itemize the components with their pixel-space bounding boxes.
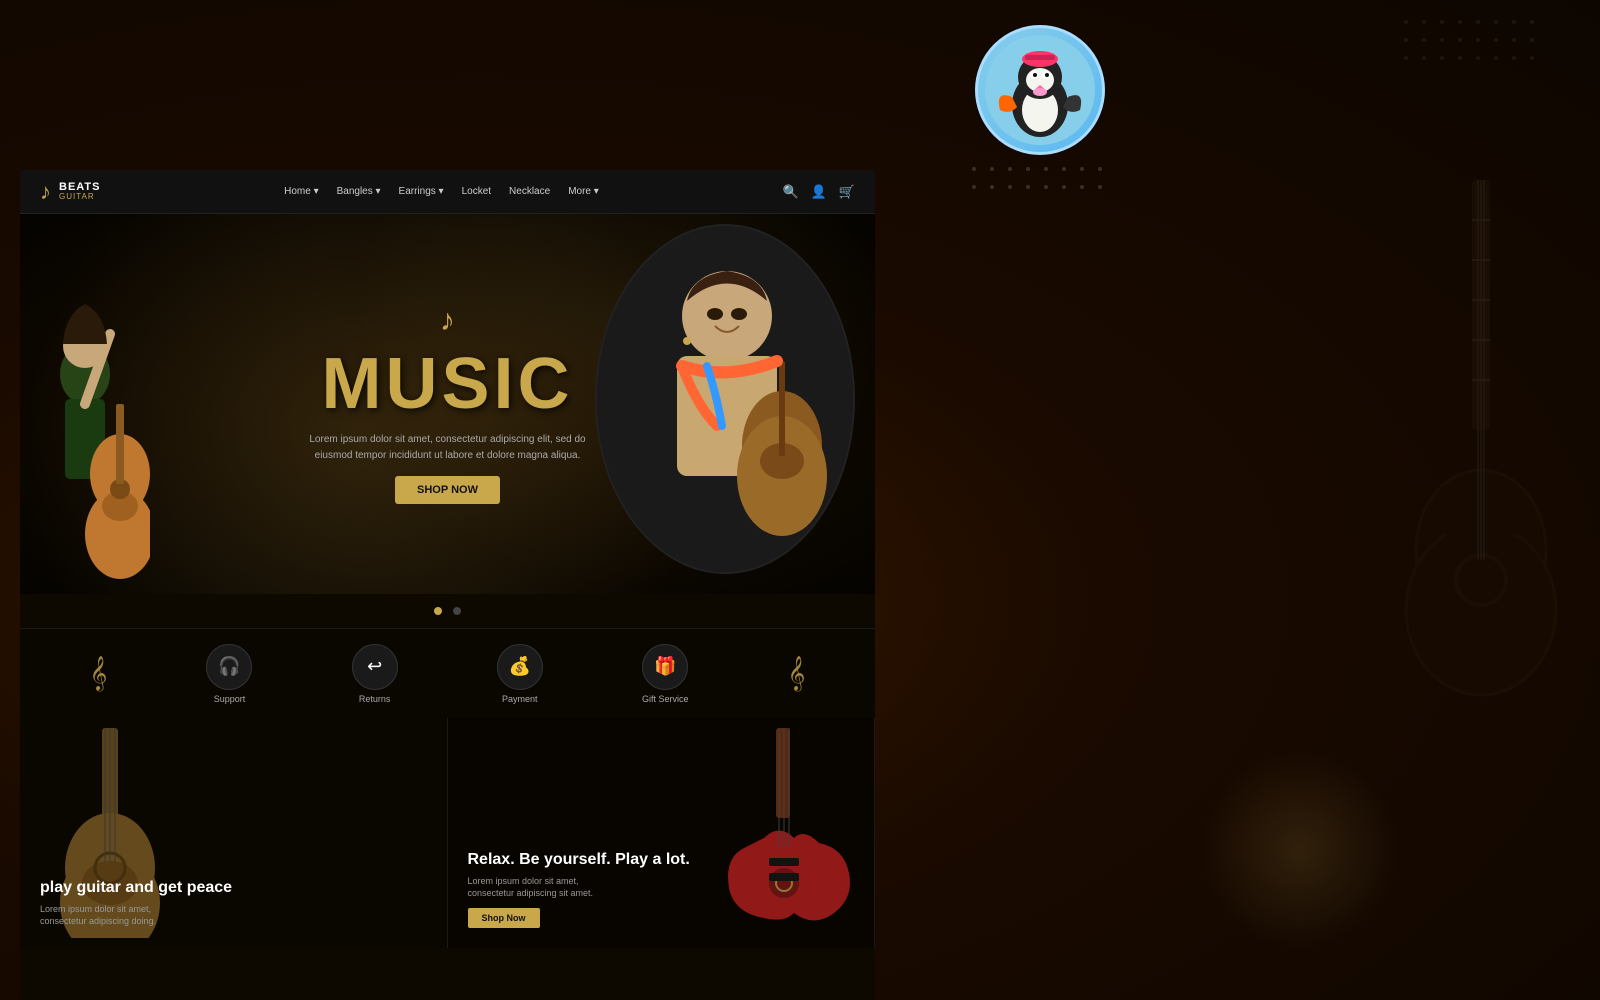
support-label: Support — [214, 694, 246, 704]
music-note-left: 𝄞 — [90, 657, 108, 691]
music-note-right: 𝄞 — [788, 657, 806, 691]
card-2-content: Relax. Be yourself. Play a lot. Lorem ip… — [468, 850, 690, 928]
payment-label: Payment — [502, 694, 538, 704]
right-dots — [1404, 20, 1540, 156]
store-brand: ♪ BEATS GUITAR — [40, 179, 100, 205]
card-1-content: play guitar and get peace Lorem ipsum do… — [40, 878, 232, 928]
card-2-desc: Lorem ipsum dolor sit amet, consectetur … — [468, 875, 618, 900]
hero-banner: ♪ MUSIC Lorem ipsum dolor sit amet, cons… — [20, 214, 875, 594]
dots-grid-top — [972, 0, 1108, 13]
gift-icon: 🎁 — [642, 644, 688, 690]
bird-icon — [985, 35, 1095, 145]
feature-returns: ↩ Returns — [352, 644, 398, 704]
guitar-card-2: Relax. Be yourself. Play a lot. Lorem ip… — [448, 718, 876, 948]
payment-icon: 💰 — [497, 644, 543, 690]
card-2-title: Relax. Be yourself. Play a lot. — [468, 850, 690, 869]
guitar-cards: play guitar and get peace Lorem ipsum do… — [20, 718, 875, 948]
search-icon[interactable]: 🔍 — [782, 184, 798, 200]
nav-icons: 🔍 👤 🛒 — [782, 184, 855, 200]
dots-grid-bottom — [972, 167, 1108, 303]
dot-active[interactable] — [434, 607, 442, 615]
gift-label: Gift Service — [642, 694, 689, 704]
bokeh-decoration — [1200, 750, 1400, 950]
shop-now-button[interactable]: Shop Now — [395, 476, 500, 504]
store-sub: GUITAR — [59, 193, 100, 202]
hero-right-figure — [545, 214, 875, 594]
nav-more[interactable]: More ▾ — [568, 186, 599, 197]
slider-dots — [20, 594, 875, 628]
nav-necklace[interactable]: Necklace — [509, 186, 550, 197]
feature-gift: 🎁 Gift Service — [642, 644, 689, 704]
feature-payment: 💰 Payment — [497, 644, 543, 704]
feature-support: 🎧 Support — [206, 644, 252, 704]
user-icon[interactable]: 👤 — [811, 184, 827, 200]
hero-music-note: ♪ — [308, 304, 588, 338]
hero-left-figure — [20, 274, 150, 594]
card-1-desc: Lorem ipsum dolor sit amet, consectetur … — [40, 903, 190, 928]
hero-center: ♪ MUSIC Lorem ipsum dolor sit amet, cons… — [308, 304, 588, 504]
returns-icon: ↩ — [352, 644, 398, 690]
brand-icon: ♪ — [40, 179, 51, 205]
card-2-btn[interactable]: Shop Now — [468, 908, 540, 928]
nav-locket[interactable]: Locket — [462, 186, 491, 197]
nav-home[interactable]: Home ▾ — [284, 186, 318, 197]
guitar-2-svg — [704, 728, 864, 938]
nav-earrings[interactable]: Earrings ▾ — [399, 186, 444, 197]
hero-description: Lorem ipsum dolor sit amet, consectetur … — [308, 432, 588, 464]
card-1-title: play guitar and get peace — [40, 878, 232, 897]
guitar-card-1: play guitar and get peace Lorem ipsum do… — [20, 718, 448, 948]
woman-guitar-svg — [20, 274, 150, 594]
nav-bangles[interactable]: Bangles ▾ — [337, 186, 381, 197]
dot-2[interactable] — [453, 607, 461, 615]
store-nav: ♪ BEATS GUITAR Home ▾ Bangles ▾ Earrings… — [20, 170, 875, 214]
support-icon: 🎧 — [206, 644, 252, 690]
musician-svg — [597, 226, 855, 574]
preview-panel: ♪ BEATS GUITAR Home ▾ Bangles ▾ Earrings… — [20, 170, 875, 1000]
features-bar: 𝄞 🎧 Support ↩ Returns 💰 Payment 🎁 Gift S… — [20, 628, 875, 718]
nav-links: Home ▾ Bangles ▾ Earrings ▾ Locket Neckl… — [130, 186, 752, 197]
hero-title: MUSIC — [308, 348, 588, 420]
cart-icon[interactable]: 🛒 — [839, 184, 855, 200]
returns-label: Returns — [359, 694, 391, 704]
guitar-decoration-right — [1390, 180, 1570, 780]
bird-avatar — [975, 25, 1105, 155]
